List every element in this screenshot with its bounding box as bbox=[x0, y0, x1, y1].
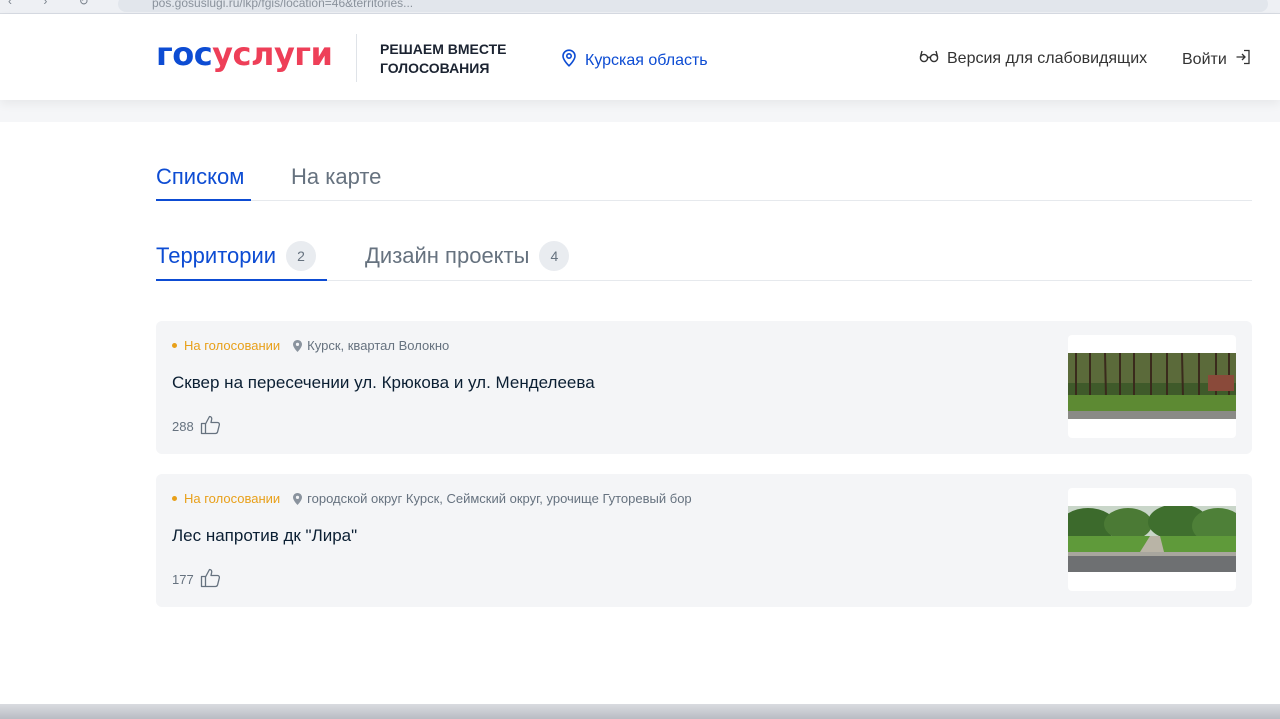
region-label: Курская область bbox=[585, 51, 708, 69]
status-dot bbox=[172, 496, 177, 501]
card-meta: На голосовании городской округ Курск, Се… bbox=[172, 491, 692, 506]
design-projects-count-badge: 4 bbox=[539, 241, 570, 271]
gosuslugi-logo[interactable]: госуслуги bbox=[156, 35, 333, 73]
card-meta: На голосовании Курск, квартал Волокно bbox=[172, 338, 449, 353]
region-selector[interactable]: Курская область bbox=[561, 49, 708, 72]
tab-list-view[interactable]: Списком bbox=[156, 164, 244, 190]
territory-card[interactable]: На голосовании городской округ Курск, Се… bbox=[156, 474, 1252, 607]
tab-design-projects-label: Дизайн проекты bbox=[365, 243, 530, 268]
logo-part-gos: гос bbox=[156, 35, 213, 73]
card-thumbnail bbox=[1068, 488, 1236, 591]
forest-photo bbox=[1068, 506, 1236, 572]
address-bar-text: pos.gosuslugi.ru/lkp/fgis/location=46&te… bbox=[152, 0, 414, 10]
card-location: городской округ Курск, Сеймский округ, у… bbox=[307, 491, 692, 506]
tab-territories-label: Территории bbox=[156, 243, 277, 268]
header-shadow-band bbox=[0, 100, 1280, 122]
browser-nav-icons[interactable]: ‹ › ↻ bbox=[8, 0, 103, 8]
card-title[interactable]: Лес напротив дк "Лира" bbox=[172, 526, 357, 546]
view-mode-tabs: Списком На карте bbox=[156, 160, 1252, 201]
location-pin-icon bbox=[293, 339, 303, 352]
browser-toolbar: ‹ › ↻ pos.gosuslugi.ru/lkp/fgis/location… bbox=[0, 0, 1280, 14]
slogan-line-1: Решаем вместе bbox=[380, 41, 507, 57]
address-bar[interactable]: pos.gosuslugi.ru/lkp/fgis/location=46&te… bbox=[118, 0, 1268, 12]
tab-territories[interactable]: Территории 2 bbox=[156, 241, 317, 271]
logo-part-uslugi: услуги bbox=[212, 35, 333, 73]
territory-card[interactable]: На голосовании Курск, квартал Волокно Ск… bbox=[156, 321, 1252, 454]
card-location: Курск, квартал Волокно bbox=[307, 338, 450, 353]
category-tabs: Территории 2 Дизайн проекты 4 bbox=[156, 238, 1252, 281]
tab-design-projects[interactable]: Дизайн проекты 4 bbox=[365, 241, 570, 271]
thumbs-up-icon[interactable] bbox=[200, 415, 221, 438]
active-tab-indicator bbox=[156, 199, 251, 201]
card-thumbnail bbox=[1068, 335, 1236, 438]
thumbs-up-icon[interactable] bbox=[200, 568, 221, 591]
vote-count: 288 bbox=[172, 419, 194, 434]
location-pin-icon bbox=[561, 49, 577, 72]
login-arrow-icon bbox=[1235, 49, 1251, 70]
card-title[interactable]: Сквер на пересечении ул. Крюкова и ул. М… bbox=[172, 373, 595, 393]
status-badge: На голосовании bbox=[184, 491, 281, 506]
vote-counter: 288 bbox=[172, 415, 221, 438]
login-button[interactable]: Войти bbox=[1182, 49, 1251, 70]
slogan-line-2: Голосования bbox=[380, 60, 490, 76]
accessibility-link[interactable]: Версия для слабовидящих bbox=[919, 49, 1147, 68]
glasses-icon bbox=[919, 49, 939, 68]
vote-counter: 177 bbox=[172, 568, 221, 591]
park-photo bbox=[1068, 353, 1236, 419]
territories-count-badge: 2 bbox=[286, 241, 317, 271]
login-label: Войти bbox=[1182, 50, 1227, 68]
site-header: госуслуги Решаем вместе Голосования Курс… bbox=[0, 14, 1280, 100]
active-category-indicator bbox=[156, 279, 327, 281]
vote-count: 177 bbox=[172, 572, 194, 587]
accessibility-label: Версия для слабовидящих bbox=[947, 49, 1148, 67]
tab-map-view[interactable]: На карте bbox=[291, 164, 381, 190]
status-badge: На голосовании bbox=[184, 338, 281, 353]
window-bottom-edge bbox=[0, 704, 1280, 719]
status-dot bbox=[172, 343, 177, 348]
logo-divider bbox=[356, 34, 357, 82]
header-slogan: Решаем вместе Голосования bbox=[380, 40, 507, 78]
location-pin-icon bbox=[293, 492, 303, 505]
